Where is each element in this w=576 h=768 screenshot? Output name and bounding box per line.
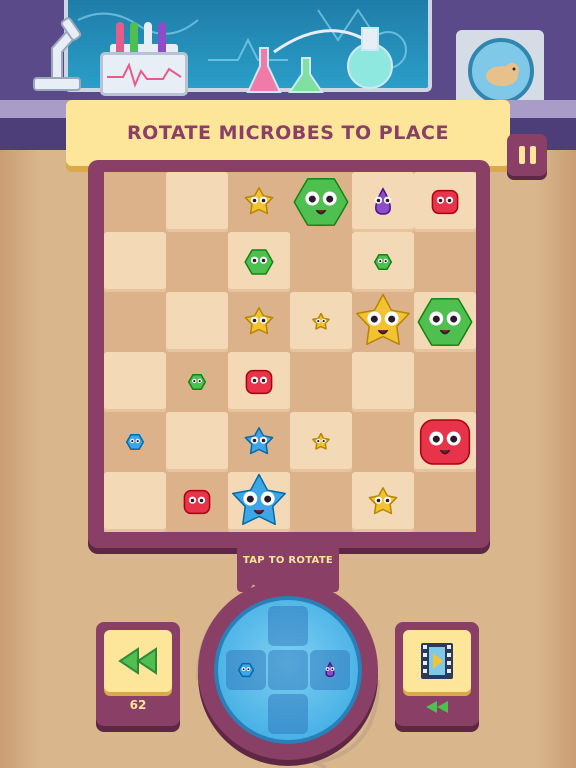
rotate-dial-face[interactable] bbox=[214, 596, 362, 744]
board-cell[interactable] bbox=[414, 472, 476, 532]
microbe-yellow-star-icon[interactable] bbox=[368, 487, 398, 521]
rewind-small-icon bbox=[426, 701, 448, 713]
pause-button[interactable] bbox=[507, 134, 547, 176]
board-cell[interactable] bbox=[352, 352, 414, 412]
board-cell[interactable] bbox=[166, 172, 228, 232]
microbe-green-blob-icon[interactable] bbox=[292, 173, 350, 235]
rewind-icon bbox=[118, 647, 157, 675]
board-cell[interactable] bbox=[166, 292, 228, 352]
board-cell[interactable] bbox=[104, 292, 166, 352]
rewind-button[interactable]: 62 bbox=[96, 622, 180, 726]
board-cell[interactable] bbox=[290, 352, 352, 412]
microbe-green-blob-icon[interactable] bbox=[244, 247, 274, 281]
instruction-banner: ROTATE MICROBES TO PLACE bbox=[66, 100, 510, 166]
microbe-yellow-star-icon[interactable] bbox=[354, 293, 412, 355]
board-cell[interactable] bbox=[414, 352, 476, 412]
dial-slot-top bbox=[268, 606, 308, 646]
microbe-red-square-icon[interactable] bbox=[430, 187, 460, 221]
board-cell[interactable] bbox=[166, 412, 228, 472]
microbe-yellow-star-icon[interactable] bbox=[244, 187, 274, 221]
microbe-yellow-star-icon[interactable] bbox=[244, 307, 274, 341]
microbe-red-square-icon[interactable] bbox=[182, 487, 212, 521]
heart-monitor bbox=[100, 52, 188, 96]
microbe-purple-triangle-icon[interactable] bbox=[368, 187, 398, 221]
pause-icon bbox=[518, 146, 525, 164]
board-cell[interactable] bbox=[290, 232, 352, 292]
banner-title: ROTATE MICROBES TO PLACE bbox=[127, 122, 449, 144]
board-cell[interactable] bbox=[414, 232, 476, 292]
dial-microbe-purple-icon bbox=[322, 661, 338, 682]
board-cell[interactable] bbox=[104, 472, 166, 532]
microbe-red-square-icon[interactable] bbox=[244, 367, 274, 401]
hamster-icon bbox=[468, 38, 534, 104]
microbe-blue-blob-icon[interactable] bbox=[125, 433, 145, 455]
video-hint-button[interactable] bbox=[395, 622, 479, 726]
board-cell[interactable] bbox=[104, 232, 166, 292]
microbe-blue-star-icon[interactable] bbox=[244, 427, 274, 461]
microbe-red-square-icon[interactable] bbox=[416, 413, 474, 475]
video-play-icon bbox=[421, 643, 453, 679]
microbe-green-blob-icon[interactable] bbox=[187, 373, 207, 395]
board-cell[interactable] bbox=[290, 472, 352, 532]
microbe-yellow-star-icon[interactable] bbox=[312, 432, 330, 455]
board-cell[interactable] bbox=[104, 352, 166, 412]
dial-microbe-blue-icon bbox=[237, 662, 255, 682]
board-cell[interactable] bbox=[166, 232, 228, 292]
microbe-green-blob-icon[interactable] bbox=[373, 253, 393, 275]
microbe-green-blob-icon[interactable] bbox=[416, 293, 474, 355]
microbe-blue-star-icon[interactable] bbox=[230, 473, 288, 535]
rotate-hint-label: TAP TO ROTATE bbox=[242, 555, 334, 566]
dial-slot-bottom bbox=[268, 694, 308, 734]
board-cell[interactable] bbox=[352, 412, 414, 472]
dial-slot-center bbox=[268, 650, 308, 690]
rewind-count: 62 bbox=[129, 698, 147, 712]
board-cell[interactable] bbox=[104, 172, 166, 232]
microbe-yellow-star-icon[interactable] bbox=[312, 312, 330, 335]
